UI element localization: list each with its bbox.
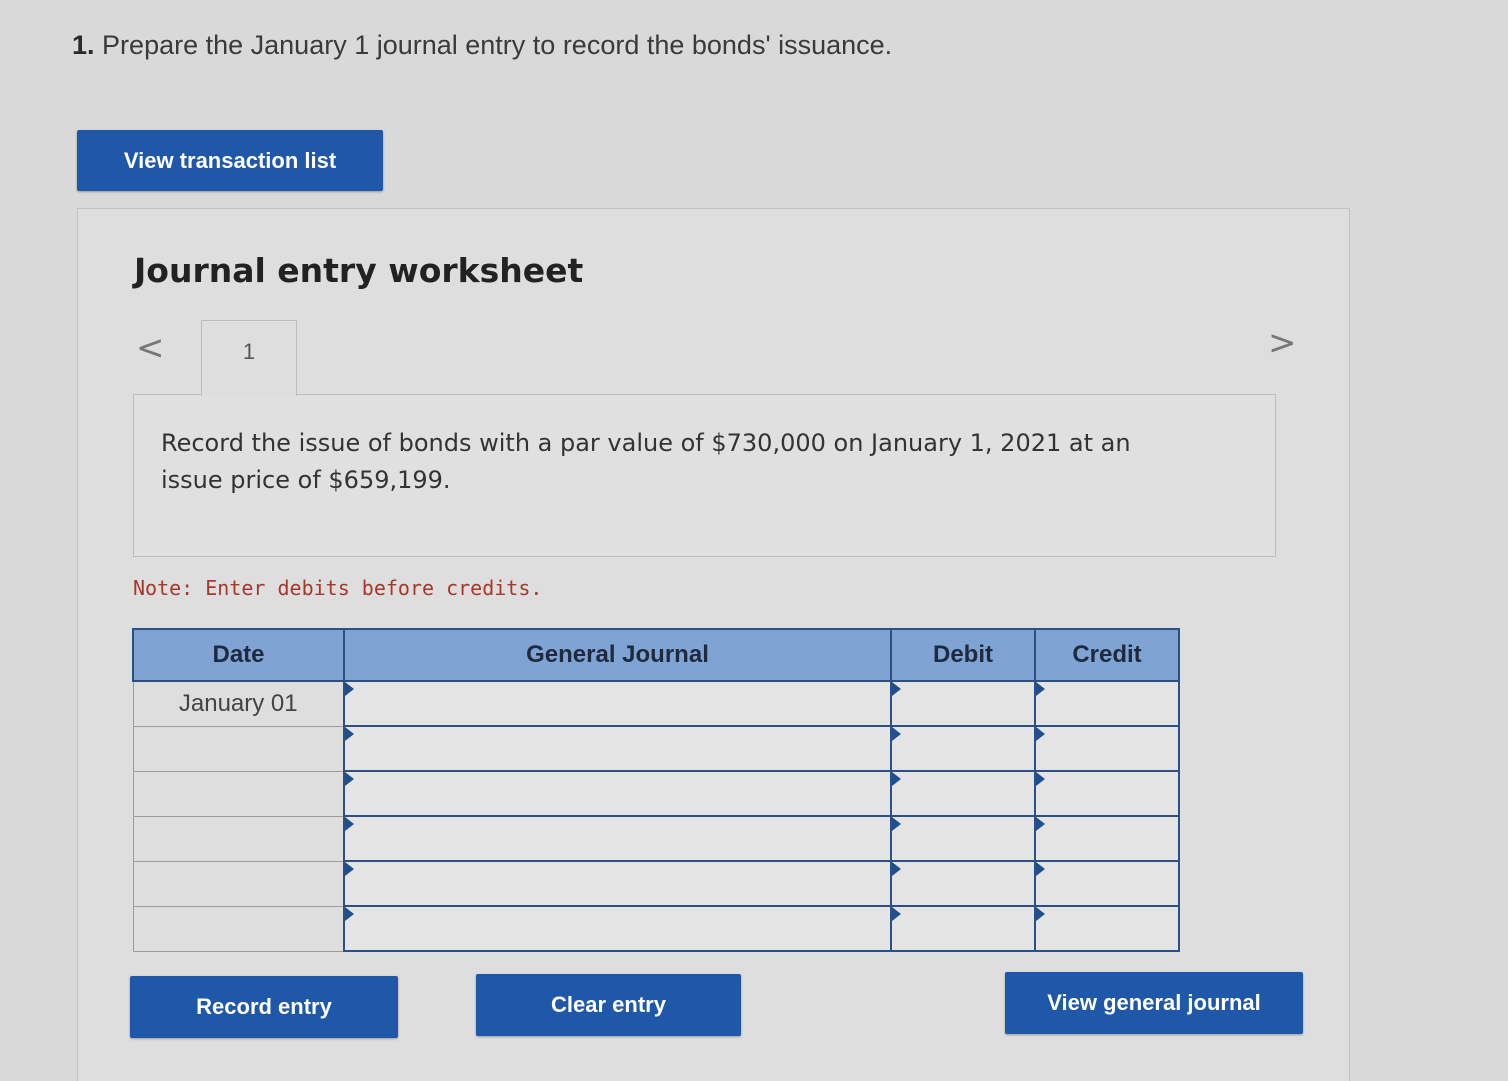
dropdown-marker-icon [1036, 682, 1045, 696]
credit-input[interactable] [1036, 727, 1178, 770]
dropdown-marker-icon [1036, 727, 1045, 741]
dropdown-marker-icon [892, 772, 901, 786]
account-cell[interactable] [343, 725, 892, 772]
dropdown-marker-icon [345, 682, 354, 696]
debit-cell[interactable] [890, 770, 1036, 817]
table-row: January 01 [132, 680, 1180, 727]
credit-cell[interactable] [1034, 860, 1180, 907]
view-general-journal-button[interactable]: View general journal [1005, 972, 1303, 1034]
question-number: 1. [72, 30, 95, 60]
credit-cell[interactable] [1034, 905, 1180, 952]
account-input[interactable] [345, 862, 890, 905]
dropdown-marker-icon [1036, 772, 1045, 786]
account-input[interactable] [345, 682, 890, 725]
account-cell[interactable] [343, 770, 892, 817]
account-cell[interactable] [343, 815, 892, 862]
account-cell[interactable] [343, 860, 892, 907]
table-row [132, 905, 1180, 952]
credit-column-header: Credit [1034, 628, 1180, 682]
debit-cell[interactable] [890, 815, 1036, 862]
date-cell [132, 725, 345, 772]
clear-entry-button[interactable]: Clear entry [476, 974, 741, 1036]
account-input[interactable] [345, 727, 890, 770]
record-entry-button[interactable]: Record entry [130, 976, 398, 1038]
dropdown-marker-icon [892, 907, 901, 921]
journal-entry-worksheet-panel: Journal entry worksheet < > 1 Record the… [77, 208, 1350, 1081]
credit-input[interactable] [1036, 772, 1178, 815]
next-arrow-icon[interactable]: > [1268, 326, 1297, 360]
dropdown-marker-icon [892, 727, 901, 741]
worksheet-title: Journal entry worksheet [134, 251, 584, 290]
date-cell [132, 860, 345, 907]
credit-input[interactable] [1036, 907, 1178, 950]
table-row [132, 815, 1180, 862]
table-row [132, 725, 1180, 772]
table-row [132, 860, 1180, 907]
account-input[interactable] [345, 772, 890, 815]
dropdown-marker-icon [892, 862, 901, 876]
debit-input[interactable] [892, 727, 1034, 770]
debit-cell[interactable] [890, 860, 1036, 907]
tab-entry-1[interactable]: 1 [201, 320, 297, 396]
date-column-header: Date [132, 628, 345, 682]
credit-input[interactable] [1036, 817, 1178, 860]
debit-input[interactable] [892, 862, 1034, 905]
transaction-description-box: Record the issue of bonds with a par val… [133, 394, 1276, 557]
general-journal-column-header: General Journal [343, 628, 892, 682]
debit-input[interactable] [892, 907, 1034, 950]
debit-input[interactable] [892, 817, 1034, 860]
date-cell: January 01 [132, 680, 345, 727]
dropdown-marker-icon [892, 817, 901, 831]
dropdown-marker-icon [1036, 817, 1045, 831]
date-cell [132, 905, 345, 952]
debit-cell[interactable] [890, 680, 1036, 727]
debit-input[interactable] [892, 772, 1034, 815]
dropdown-marker-icon [345, 817, 354, 831]
account-cell[interactable] [343, 905, 892, 952]
credit-cell[interactable] [1034, 725, 1180, 772]
credit-input[interactable] [1036, 682, 1178, 725]
previous-arrow-icon[interactable]: < [136, 331, 165, 365]
credit-cell[interactable] [1034, 815, 1180, 862]
view-transaction-list-button[interactable]: View transaction list [77, 130, 383, 191]
journal-table: Date General Journal Debit Credit Januar… [132, 628, 1180, 952]
debit-column-header: Debit [890, 628, 1036, 682]
dropdown-marker-icon [345, 727, 354, 741]
date-cell [132, 770, 345, 817]
dropdown-marker-icon [892, 682, 901, 696]
dropdown-marker-icon [1036, 862, 1045, 876]
account-input[interactable] [345, 907, 890, 950]
debit-input[interactable] [892, 682, 1034, 725]
dropdown-marker-icon [345, 862, 354, 876]
account-cell[interactable] [343, 680, 892, 727]
question-text: Prepare the January 1 journal entry to r… [102, 30, 893, 60]
question-prompt: 1. Prepare the January 1 journal entry t… [72, 30, 892, 61]
tab-label: 1 [242, 339, 256, 364]
dropdown-marker-icon [345, 907, 354, 921]
date-cell [132, 815, 345, 862]
account-input[interactable] [345, 817, 890, 860]
debit-cell[interactable] [890, 725, 1036, 772]
credit-input[interactable] [1036, 862, 1178, 905]
dropdown-marker-icon [345, 772, 354, 786]
dropdown-marker-icon [1036, 907, 1045, 921]
table-row [132, 770, 1180, 817]
debit-cell[interactable] [890, 905, 1036, 952]
entry-note: Note: Enter debits before credits. [133, 576, 543, 600]
credit-cell[interactable] [1034, 680, 1180, 727]
transaction-description: Record the issue of bonds with a par val… [161, 429, 1131, 494]
journal-header-row: Date General Journal Debit Credit [132, 628, 1180, 682]
credit-cell[interactable] [1034, 770, 1180, 817]
